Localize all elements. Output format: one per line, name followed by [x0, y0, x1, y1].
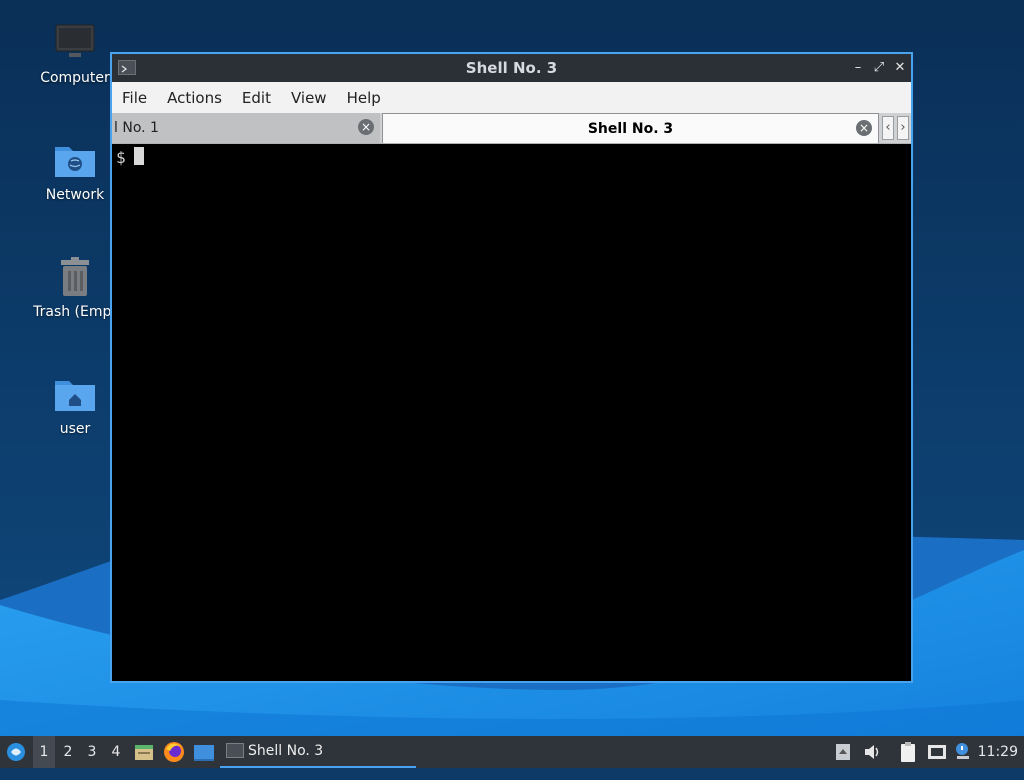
network-icon[interactable]	[926, 736, 948, 768]
home-folder-icon	[53, 371, 97, 415]
tab-shell-3[interactable]: Shell No. 3 ×	[382, 113, 879, 143]
menu-help[interactable]: Help	[347, 89, 381, 107]
desktop-icon[interactable]	[192, 736, 216, 768]
tab-scroll-left-button[interactable]: ‹	[882, 116, 894, 140]
clipboard-icon[interactable]	[897, 736, 919, 768]
desktop-icon-label: Trash (Empt	[33, 304, 117, 320]
taskbar-window-label: Shell No. 3	[248, 743, 324, 759]
desktop-icon-label: Network	[45, 187, 105, 203]
tab-shell-1[interactable]: l No. 1 ×	[112, 113, 380, 143]
workspace-3[interactable]: 3	[81, 736, 103, 768]
tab-close-icon[interactable]: ×	[358, 119, 374, 135]
file-manager-icon[interactable]	[133, 736, 155, 768]
desktop-icon-user[interactable]: user	[27, 371, 123, 437]
terminal-area[interactable]: $	[112, 144, 911, 681]
desktop-icon-computer[interactable]: Computer	[27, 20, 123, 86]
terminal-app-icon	[226, 743, 244, 758]
tab-scroll-right-button[interactable]: ›	[897, 116, 909, 140]
trash-icon	[53, 254, 97, 298]
notification-icon[interactable]	[953, 736, 973, 768]
window-title: Shell No. 3	[465, 59, 558, 77]
minimize-button[interactable]: –	[849, 59, 867, 77]
terminal-window: Shell No. 3 – ⤢ ✕ File Actions Edit View…	[110, 52, 913, 683]
menu-bar: File Actions Edit View Help	[112, 82, 911, 113]
computer-icon	[53, 20, 97, 64]
workspace-2[interactable]: 2	[57, 736, 79, 768]
menu-actions[interactable]: Actions	[167, 89, 222, 107]
menu-edit[interactable]: Edit	[242, 89, 271, 107]
desktop-icon-trash[interactable]: Trash (Empt	[27, 254, 123, 320]
start-menu-icon[interactable]	[4, 736, 28, 768]
window-titlebar[interactable]: Shell No. 3 – ⤢ ✕	[112, 54, 911, 82]
tab-close-icon[interactable]: ×	[856, 120, 872, 136]
terminal-cursor	[134, 147, 144, 165]
terminal-prompt: $	[116, 148, 126, 167]
close-button[interactable]: ✕	[891, 59, 909, 77]
desktop-icon-network[interactable]: Network	[27, 137, 123, 203]
tab-label: Shell No. 3	[587, 121, 674, 137]
workspace-4[interactable]: 4	[105, 736, 127, 768]
taskbar: 1 2 3 4 Shell No. 3 11:29	[0, 736, 1024, 768]
menu-view[interactable]: View	[291, 89, 327, 107]
tab-label: l No. 1	[114, 120, 159, 136]
updates-icon[interactable]	[834, 736, 852, 768]
network-folder-icon	[53, 137, 97, 181]
firefox-icon[interactable]	[162, 736, 186, 768]
taskbar-window-button[interactable]: Shell No. 3	[220, 736, 416, 768]
maximize-button[interactable]: ⤢	[870, 59, 888, 77]
volume-icon[interactable]	[862, 736, 882, 768]
desktop-icon-label: user	[59, 421, 91, 437]
clock[interactable]: 11:29	[978, 736, 1018, 768]
menu-file[interactable]: File	[122, 89, 147, 107]
tab-bar: l No. 1 × Shell No. 3 × ‹ ›	[112, 113, 911, 144]
desktop-icon-label: Computer	[40, 70, 110, 86]
workspace-1[interactable]: 1	[33, 736, 55, 768]
